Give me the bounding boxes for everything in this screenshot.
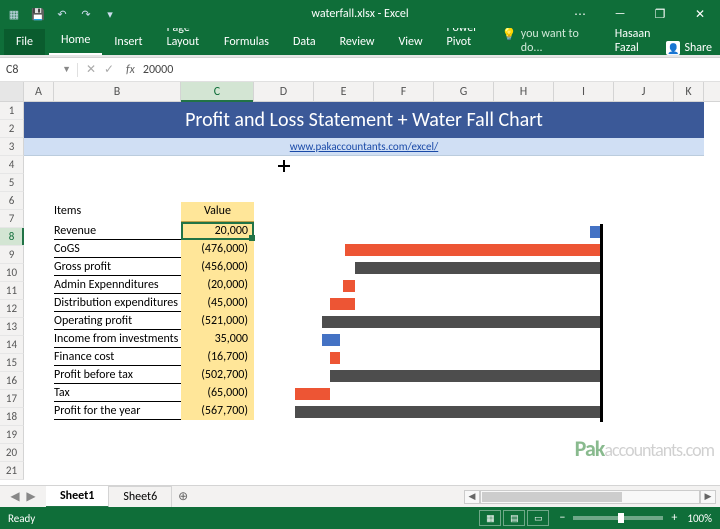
hscroll-left-icon[interactable]: ◀ [464,490,480,504]
chevron-down-icon[interactable]: ▼ [62,64,71,75]
tab-file[interactable]: File [4,29,45,55]
chart-zero-line [600,224,603,422]
col-header[interactable]: G [434,82,494,101]
enter-formula-icon[interactable]: ✓ [100,62,118,77]
header-items: Items [54,204,81,218]
ribbon-options-icon[interactable]: ⋯ [560,0,600,28]
sheet-tab-bar: ◀▶ Sheet1 Sheet6 ⊕ ◀ ▶ [0,485,720,507]
zoom-in-button[interactable]: + [671,511,677,525]
formula-bar: C8▼ ✕✓ fx 20000 [0,58,720,82]
chart-bar [330,298,355,310]
tab-formulas[interactable]: Formulas [212,29,281,55]
view-normal-icon[interactable]: ▦ [479,510,501,526]
tab-view[interactable]: View [386,29,434,55]
col-header[interactable]: C [181,82,254,101]
cell-cursor-icon [278,160,290,172]
maximize-button[interactable]: ❐ [640,0,680,28]
hscroll-right-icon[interactable]: ▶ [700,490,716,504]
chart-bar [345,244,600,256]
value-cell[interactable]: (476,000) [181,240,254,258]
value-cell[interactable]: (45,000) [181,294,254,312]
value-cell[interactable]: (20,000) [181,276,254,294]
sheet-tab[interactable]: Sheet6 [109,486,172,507]
chart-bar [343,280,355,292]
save-icon[interactable]: 💾 [30,6,46,22]
share-icon: 👤 [666,41,680,55]
hscroll-thumb[interactable] [482,492,622,502]
zoom-level[interactable]: 100% [687,512,712,525]
signed-in-user[interactable]: Hasaan Fazal [607,27,659,55]
value-cell[interactable]: (456,000) [181,258,254,276]
fx-icon[interactable]: fx [126,63,135,77]
col-header[interactable]: J [614,82,674,101]
name-box[interactable]: C8▼ [0,63,78,77]
col-header[interactable]: E [314,82,374,101]
watermark: Pakaccountants.com [575,435,714,462]
chart-bar [295,406,600,418]
chart-bar [322,316,600,328]
share-button[interactable]: 👤Share [658,41,720,55]
value-cell[interactable]: (16,700) [181,348,254,366]
column-headers: A B C D E F G H I J K [0,82,720,102]
minimize-button[interactable]: — [600,0,640,28]
ribbon-tabs: File Home Insert Page Layout Formulas Da… [0,28,720,55]
value-cell[interactable]: 35,000 [181,330,254,348]
redo-icon[interactable]: ↷ [78,6,94,22]
col-header[interactable]: D [254,82,314,101]
page-title: Profit and Loss Statement + Water Fall C… [24,102,704,138]
tab-data[interactable]: Data [281,29,328,55]
col-header[interactable]: B [54,82,181,101]
col-header[interactable]: A [24,82,54,101]
value-cell[interactable]: 20,000 [181,222,254,240]
view-page-break-icon[interactable]: ▭ [527,510,549,526]
source-link[interactable]: www.pakaccountants.com/excel/ [24,138,704,156]
lightbulb-icon: 💡 [502,27,517,42]
tab-insert[interactable]: Insert [102,29,154,55]
status-bar: Ready ▦ ▤ ▭ − + 100% [0,507,720,529]
chart-bar [330,352,340,364]
col-header[interactable]: K [674,82,704,101]
status-ready: Ready [8,512,35,525]
hscroll-track[interactable] [480,490,700,504]
undo-icon[interactable]: ↶ [54,6,70,22]
new-sheet-button[interactable]: ⊕ [172,489,194,504]
chart-bar [355,262,600,274]
zoom-slider[interactable] [573,516,663,520]
col-header[interactable]: H [494,82,554,101]
col-header[interactable]: I [554,82,614,101]
formula-input[interactable]: 20000 [137,63,173,77]
tab-scroll-right-icon[interactable]: ▶ [24,489,38,504]
chart-bar [330,370,600,382]
excel-app-icon: ▦ [6,6,22,22]
tab-home[interactable]: Home [49,27,102,55]
header-value: Value [181,202,254,222]
value-cell[interactable]: (65,000) [181,384,254,402]
titlebar: ▦ 💾 ↶ ↷ ▾ waterfall.xlsx - Excel ⋯ — ❐ ✕ [0,0,720,28]
qat-dropdown-icon[interactable]: ▾ [102,6,118,22]
value-cell[interactable]: (502,700) [181,366,254,384]
cancel-formula-icon[interactable]: ✕ [82,62,100,77]
tab-review[interactable]: Review [328,29,387,55]
sheet-tab[interactable]: Sheet1 [46,485,109,508]
value-cell[interactable]: (567,700) [181,402,254,420]
window-title: waterfall.xlsx - Excel [311,7,408,21]
zoom-out-button[interactable]: − [559,511,565,525]
close-button[interactable]: ✕ [680,0,720,28]
value-cell[interactable]: (521,000) [181,312,254,330]
chart-bar [590,226,600,238]
view-page-layout-icon[interactable]: ▤ [503,510,525,526]
chart-bar [295,388,330,400]
waterfall-chart [280,224,660,422]
chart-bar [322,334,340,346]
tab-scroll-left-icon[interactable]: ◀ [8,489,22,504]
col-header[interactable]: F [374,82,434,101]
select-all-cell[interactable] [0,82,24,101]
